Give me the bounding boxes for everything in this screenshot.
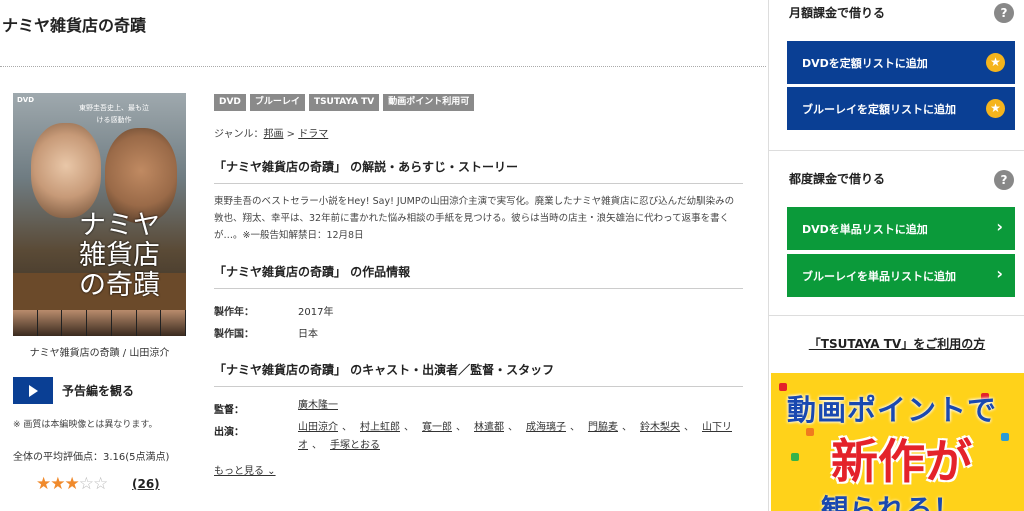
actor-separator: 、	[622, 422, 632, 433]
director-label: 監督：	[214, 405, 244, 416]
cover-caption: ナミヤ雑貨店の奇蹟 / 山田涼介	[29, 348, 170, 359]
add-bluray-monthly-button[interactable]: ブルーレイを定額リストに追加 ★	[787, 87, 1015, 130]
work-info-heading: 「ナミヤ雑貨店の奇蹟」 の作品情報	[214, 263, 743, 289]
confetti	[791, 453, 799, 461]
cover-tagline: 東野圭吾史上、最も泣ける感動作	[79, 104, 149, 124]
actor-separator: 、	[404, 422, 414, 433]
help-icon[interactable]: ?	[994, 3, 1014, 23]
cover-dvd-tag: DVD	[17, 96, 35, 104]
show-more-link[interactable]: もっと見る ⌄	[214, 462, 276, 477]
badge-video-point: 動画ポイント利用可	[383, 94, 475, 111]
video-point-banner[interactable]: 動画ポイントで 新作が 観られる！	[771, 373, 1024, 511]
cast-heading: 「ナミヤ雑貨店の奇蹟」 のキャスト・出演者／監督・スタッフ	[214, 361, 743, 387]
button-label: ブルーレイを定額リストに追加	[802, 102, 956, 116]
star-empty-icon: ☆	[78, 474, 94, 494]
info-key: 製作年：	[214, 307, 254, 318]
button-label: DVDを定額リストに追加	[802, 56, 928, 70]
badge-dvd: DVD	[214, 94, 246, 111]
info-value: 日本	[298, 329, 318, 340]
star-filled-icon: ★	[64, 474, 80, 494]
star-filled-icon: ★	[50, 474, 65, 494]
actor-link[interactable]: 村上虹郎	[360, 422, 400, 433]
actor-link[interactable]: 林遣都	[474, 422, 504, 433]
add-dvd-single-button[interactable]: DVDを単品リストに追加 ›	[787, 207, 1015, 250]
synopsis-heading: 「ナミヤ雑貨店の奇蹟」 の解説・あらすじ・ストーリー	[214, 158, 743, 184]
add-bluray-single-button[interactable]: ブルーレイを単品リストに追加 ›	[787, 254, 1015, 297]
cover-face-1	[31, 123, 101, 218]
confetti	[779, 383, 787, 391]
genre-breadcrumb: ジャンル：邦画 > ドラマ	[214, 125, 328, 140]
star-filled-icon: ★	[36, 474, 51, 494]
director-link[interactable]: 廣木隆一	[298, 400, 338, 411]
confetti	[1001, 433, 1009, 441]
tsutaya-tv-link[interactable]: 「TSUTAYA TV」をご利用の方	[769, 335, 1024, 352]
format-badges: DVD ブルーレイ TSUTAYA TV 動画ポイント利用可	[214, 94, 475, 111]
banner-line-3: 観られる！	[821, 493, 962, 511]
sidebar-divider	[769, 315, 1024, 316]
play-icon	[28, 384, 38, 397]
play-trailer-button[interactable]	[13, 377, 53, 404]
actors-label: 出演：	[214, 427, 244, 438]
image-quality-note: ※ 画質は本編映像とは異なります。	[13, 420, 158, 430]
info-key: 製作国：	[214, 329, 254, 340]
add-dvd-monthly-button[interactable]: DVDを定額リストに追加 ★	[787, 41, 1015, 84]
genre-separator: >	[283, 129, 299, 140]
average-rating-text: 全体の平均評価点：3.16(5点満点)	[13, 452, 170, 463]
synopsis-text: 東野圭吾のベストセラー小説をHey! Say! JUMPの山田涼介主演で実写化。…	[214, 196, 735, 241]
banner-line-2: 新作が	[831, 435, 972, 490]
genre-link-houga[interactable]: 邦画	[264, 129, 284, 140]
actor-separator: 、	[456, 422, 466, 433]
chevron-right-icon: ›	[996, 264, 1003, 283]
info-value: 2017年	[298, 307, 334, 318]
actor-separator: 、	[684, 422, 694, 433]
actor-link[interactable]: 寛一郎	[422, 422, 452, 433]
cover-title-art: ナミヤ雑貨店の奇蹟	[79, 210, 160, 301]
confetti	[806, 428, 814, 436]
star-icon: ★	[986, 53, 1005, 72]
cover-image[interactable]: DVD 東野圭吾史上、最も泣ける感動作 ナミヤ雑貨店の奇蹟	[13, 93, 186, 336]
divider	[0, 66, 766, 67]
badge-bluray: ブルーレイ	[249, 94, 305, 111]
help-icon[interactable]: ?	[994, 170, 1014, 190]
cover-cast-strip	[13, 310, 186, 336]
actor-links: 山田涼介、村上虹郎、寛一郎、林遣都、成海璃子、門脇麦、鈴木梨央、山下リオ、手塚と…	[298, 419, 743, 455]
monthly-heading: 月額課金で借りる	[789, 6, 886, 20]
actor-link[interactable]: 門脇麦	[588, 422, 618, 433]
page-title: ナミヤ雑貨店の奇蹟	[2, 16, 147, 35]
rental-sidebar: 月額課金で借りる ? DVDを定額リストに追加 ★ ブルーレイを定額リストに追加…	[768, 0, 1024, 511]
badge-tsutaya-tv: TSUTAYA TV	[308, 94, 380, 111]
actor-link[interactable]: 成海璃子	[526, 422, 566, 433]
genre-label: ジャンル：	[214, 129, 264, 140]
star-empty-icon: ☆	[93, 474, 108, 494]
rating-stars: ★★★☆☆	[36, 474, 108, 494]
single-heading: 都度課金で借りる	[789, 172, 886, 186]
actor-link[interactable]: 手塚とおる	[330, 440, 380, 451]
actor-separator: 、	[312, 440, 322, 451]
button-label: ブルーレイを単品リストに追加	[802, 269, 956, 283]
star-icon: ★	[986, 99, 1005, 118]
chevron-right-icon: ›	[996, 217, 1003, 236]
director-links: 廣木隆一	[298, 397, 743, 415]
cover-face-2	[105, 128, 177, 223]
actor-link[interactable]: 山田涼介	[298, 422, 338, 433]
genre-link-drama[interactable]: ドラマ	[298, 129, 328, 140]
actor-link[interactable]: 鈴木梨央	[640, 422, 680, 433]
actor-separator: 、	[570, 422, 580, 433]
review-count-link[interactable]: (26)	[132, 477, 160, 491]
sidebar-divider	[769, 150, 1024, 151]
button-label: DVDを単品リストに追加	[802, 222, 928, 236]
actor-separator: 、	[342, 422, 352, 433]
play-trailer-label[interactable]: 予告編を観る	[62, 382, 134, 399]
actor-separator: 、	[508, 422, 518, 433]
